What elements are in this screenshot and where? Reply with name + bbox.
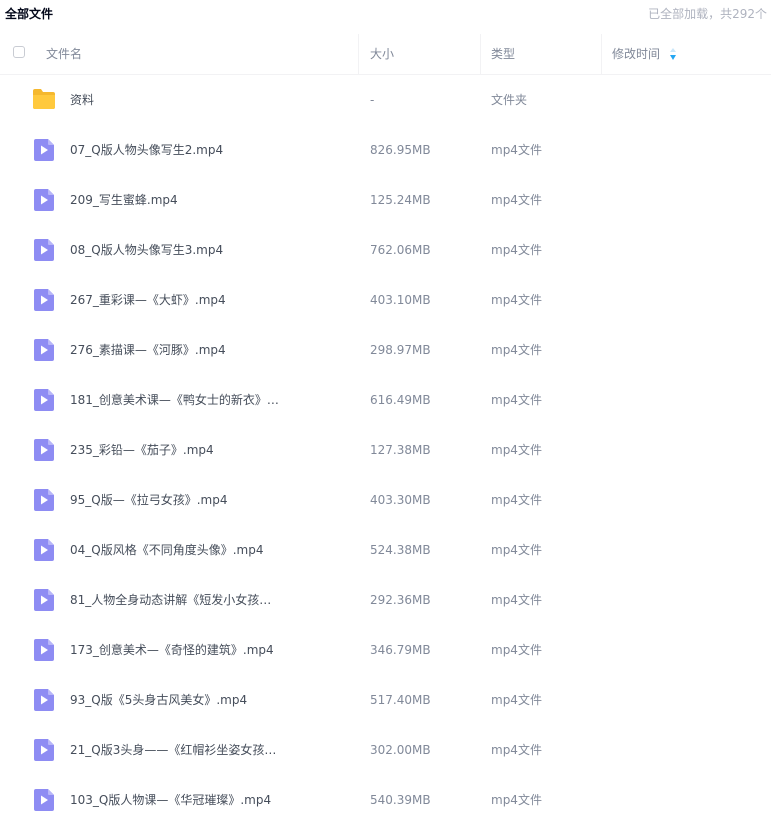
file-type: mp4文件 <box>491 493 542 507</box>
column-divider[interactable] <box>601 34 602 74</box>
file-name[interactable]: 95_Q版—《拉弓女孩》.mp4 <box>70 475 227 525</box>
file-row[interactable]: 81_人物全身动态讲解《短发小女孩》.mp4 292.36MB mp4文件 <box>0 575 771 625</box>
file-size: 125.24MB <box>370 193 431 207</box>
video-file-icon <box>34 489 54 511</box>
file-size: 127.38MB <box>370 443 431 457</box>
file-row[interactable]: 93_Q版《5头身古风美女》.mp4 517.40MB mp4文件 <box>0 675 771 725</box>
file-name[interactable]: 21_Q版3头身——《红帽衫坐姿女孩》.mp4 <box>70 725 282 775</box>
file-name[interactable]: 81_人物全身动态讲解《短发小女孩》.mp4 <box>70 575 282 625</box>
file-type: mp4文件 <box>491 243 542 257</box>
file-name[interactable]: 209_写生蜜蜂.mp4 <box>70 175 178 225</box>
column-header-name[interactable]: 文件名 <box>46 34 82 74</box>
video-file-icon <box>34 789 54 811</box>
file-size: 403.30MB <box>370 493 431 507</box>
file-row[interactable]: 209_写生蜜蜂.mp4 125.24MB mp4文件 <box>0 175 771 225</box>
file-type: 文件夹 <box>491 93 528 107</box>
column-header-size[interactable]: 大小 <box>370 34 394 74</box>
file-list: 资料 - 文件夹 07_Q版人物头像写生2.mp4 826.95MB mp4文件 209_写… <box>0 75 771 825</box>
breadcrumb-all-files[interactable]: 全部文件 <box>5 5 53 22</box>
file-name[interactable]: 04_Q版风格《不同角度头像》.mp4 <box>70 525 263 575</box>
folder-icon <box>33 89 55 109</box>
video-file-icon <box>34 289 54 311</box>
table-header: 文件名 大小 类型 修改时间 <box>0 34 771 75</box>
file-name[interactable]: 93_Q版《5头身古风美女》.mp4 <box>70 675 247 725</box>
file-type: mp4文件 <box>491 643 542 657</box>
file-row[interactable]: 95_Q版—《拉弓女孩》.mp4 403.30MB mp4文件 <box>0 475 771 525</box>
file-name[interactable]: 资料 <box>70 75 94 125</box>
file-row[interactable]: 173_创意美术—《奇怪的建筑》.mp4 346.79MB mp4文件 <box>0 625 771 675</box>
file-row[interactable]: 04_Q版风格《不同角度头像》.mp4 524.38MB mp4文件 <box>0 525 771 575</box>
file-type: mp4文件 <box>491 743 542 757</box>
file-row[interactable]: 276_素描课—《河豚》.mp4 298.97MB mp4文件 <box>0 325 771 375</box>
video-file-icon <box>34 539 54 561</box>
sort-descending-icon[interactable] <box>669 47 677 61</box>
file-type: mp4文件 <box>491 793 542 807</box>
column-header-modified-time[interactable]: 修改时间 <box>612 34 660 74</box>
load-status-text: 已全部加载，共292个 <box>648 7 767 21</box>
video-file-icon <box>34 139 54 161</box>
file-size: - <box>370 93 375 107</box>
file-name[interactable]: 181_创意美术课—《鸭女士的新衣》.mp4 <box>70 375 282 425</box>
file-size: 616.49MB <box>370 393 431 407</box>
file-type: mp4文件 <box>491 193 542 207</box>
video-file-icon <box>34 189 54 211</box>
column-divider[interactable] <box>358 34 359 74</box>
file-name[interactable]: 103_Q版人物课—《华冠璀璨》.mp4 <box>70 775 271 825</box>
file-row[interactable]: 07_Q版人物头像写生2.mp4 826.95MB mp4文件 <box>0 125 771 175</box>
file-name[interactable]: 173_创意美术—《奇怪的建筑》.mp4 <box>70 625 274 675</box>
file-type: mp4文件 <box>491 543 542 557</box>
file-size: 540.39MB <box>370 793 431 807</box>
file-size: 826.95MB <box>370 143 431 157</box>
video-file-icon <box>34 739 54 761</box>
select-all-checkbox[interactable] <box>13 46 25 58</box>
file-type: mp4文件 <box>491 393 542 407</box>
file-size: 346.79MB <box>370 643 431 657</box>
file-size: 517.40MB <box>370 693 431 707</box>
file-row[interactable]: 103_Q版人物课—《华冠璀璨》.mp4 540.39MB mp4文件 <box>0 775 771 825</box>
video-file-icon <box>34 339 54 361</box>
column-divider[interactable] <box>480 34 481 74</box>
file-name[interactable]: 276_素描课—《河豚》.mp4 <box>70 325 226 375</box>
file-name[interactable]: 267_重彩课—《大虾》.mp4 <box>70 275 226 325</box>
file-row[interactable]: 08_Q版人物头像写生3.mp4 762.06MB mp4文件 <box>0 225 771 275</box>
video-file-icon <box>34 239 54 261</box>
video-file-icon <box>34 439 54 461</box>
file-row[interactable]: 235_彩铅—《茄子》.mp4 127.38MB mp4文件 <box>0 425 771 475</box>
video-file-icon <box>34 389 54 411</box>
file-row[interactable]: 21_Q版3头身——《红帽衫坐姿女孩》.mp4 302.00MB mp4文件 <box>0 725 771 775</box>
video-file-icon <box>34 689 54 711</box>
file-row[interactable]: 181_创意美术课—《鸭女士的新衣》.mp4 616.49MB mp4文件 <box>0 375 771 425</box>
file-name[interactable]: 235_彩铅—《茄子》.mp4 <box>70 425 214 475</box>
file-size: 403.10MB <box>370 293 431 307</box>
file-row[interactable]: 资料 - 文件夹 <box>0 75 771 125</box>
column-header-type[interactable]: 类型 <box>491 34 515 74</box>
file-type: mp4文件 <box>491 343 542 357</box>
file-type: mp4文件 <box>491 143 542 157</box>
file-type: mp4文件 <box>491 443 542 457</box>
file-row[interactable]: 267_重彩课—《大虾》.mp4 403.10MB mp4文件 <box>0 275 771 325</box>
file-type: mp4文件 <box>491 593 542 607</box>
video-file-icon <box>34 589 54 611</box>
top-bar: 全部文件 已全部加载，共292个 <box>0 0 771 26</box>
file-size: 292.36MB <box>370 593 431 607</box>
file-size: 524.38MB <box>370 543 431 557</box>
file-type: mp4文件 <box>491 693 542 707</box>
file-size: 298.97MB <box>370 343 431 357</box>
file-type: mp4文件 <box>491 293 542 307</box>
file-size: 762.06MB <box>370 243 431 257</box>
file-name[interactable]: 07_Q版人物头像写生2.mp4 <box>70 125 223 175</box>
file-name[interactable]: 08_Q版人物头像写生3.mp4 <box>70 225 223 275</box>
file-size: 302.00MB <box>370 743 431 757</box>
video-file-icon <box>34 639 54 661</box>
